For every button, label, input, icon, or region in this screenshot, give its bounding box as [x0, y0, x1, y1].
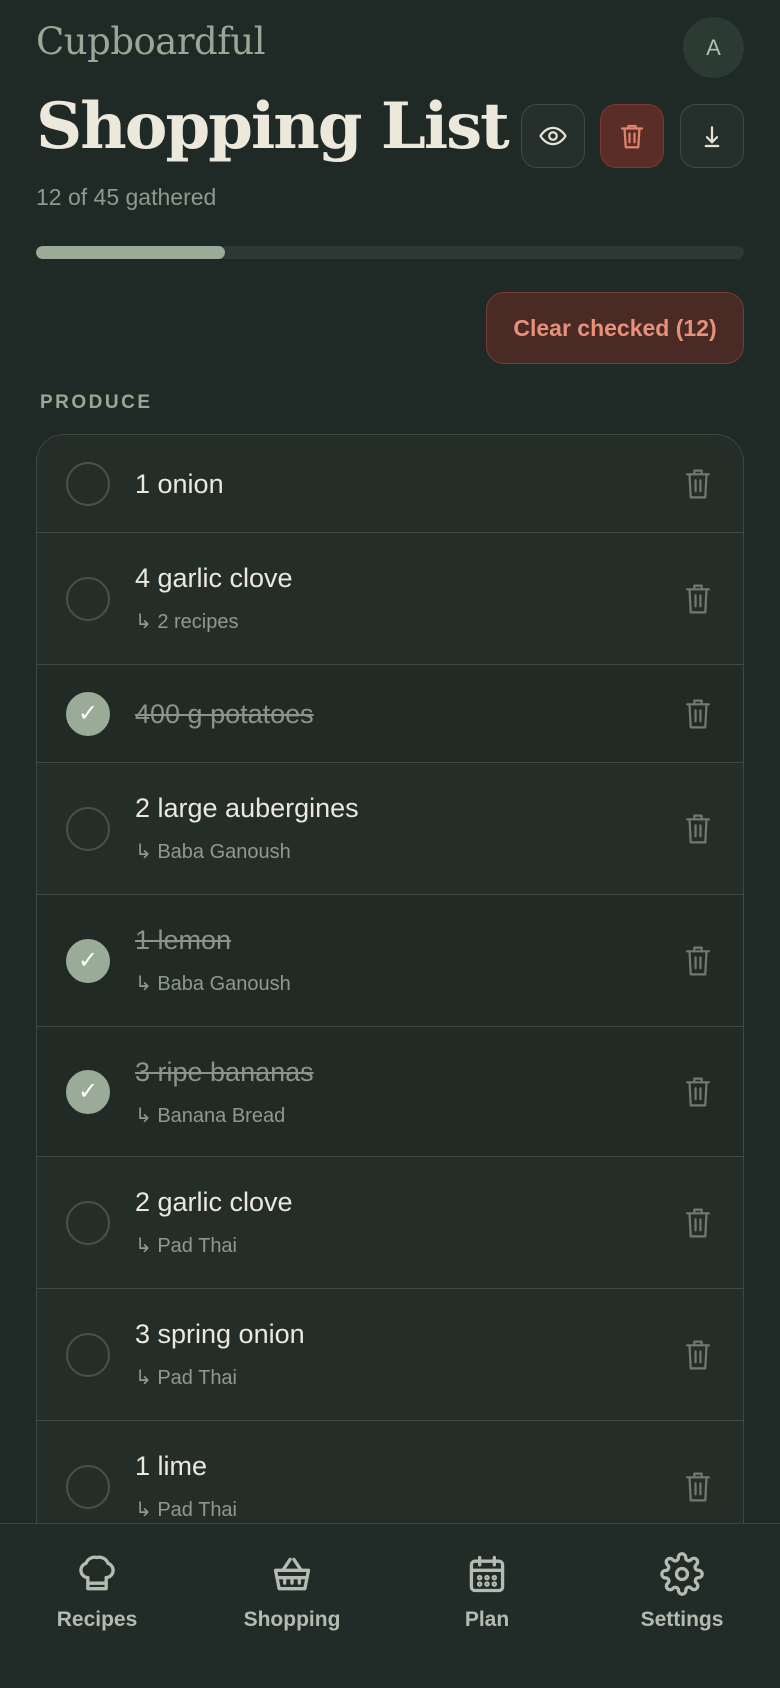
item-source: ↳ 2 recipes [135, 611, 239, 633]
list-item[interactable]: 2 garlic clove ↳ Pad Thai [37, 1157, 743, 1289]
item-name: 2 garlic clove [135, 1187, 293, 1217]
page-title: Shopping List [36, 89, 510, 164]
item-name: 1 lemon [135, 925, 232, 955]
calendar-icon [469, 1555, 505, 1593]
eye-icon [539, 126, 567, 146]
item-name: 4 garlic clove [135, 563, 293, 593]
item-source: ↳ Pad Thai [135, 1235, 238, 1257]
download-icon [704, 126, 720, 148]
shopping-list: 1 onion 4 garlic clove ↳ 2 recipes ✓ 400… [36, 434, 744, 1553]
item-source: ↳ Pad Thai [135, 1499, 238, 1521]
basket-icon [273, 1557, 311, 1591]
item-checkbox[interactable]: ✓ [66, 938, 110, 983]
list-item[interactable]: ✓ 3 ripe bananas ↳ Banana Bread [37, 1027, 743, 1157]
item-name: 2 large aubergines [135, 793, 359, 823]
nav-plan[interactable]: Plan [412, 1552, 562, 1632]
checkmark-icon: ✓ [77, 947, 99, 974]
item-source: ↳ Baba Ganoush [135, 973, 291, 995]
item-source: ↳ Pad Thai [135, 1367, 238, 1389]
avatar[interactable]: A [683, 17, 744, 78]
chef-hat-icon [79, 1555, 115, 1591]
nav-recipes[interactable]: Recipes [22, 1552, 172, 1632]
item-name: 1 onion [135, 469, 224, 499]
trash-icon[interactable] [683, 1338, 713, 1372]
trash-icon[interactable] [683, 812, 713, 846]
gear-icon [660, 1552, 704, 1596]
item-source: ↳ Baba Ganoush [135, 841, 291, 863]
item-name: 3 ripe bananas [135, 1057, 314, 1087]
list-item[interactable]: ✓ 400 g potatoes [37, 665, 743, 763]
item-checkbox[interactable] [66, 1464, 110, 1509]
nav-shopping[interactable]: Shopping [217, 1552, 367, 1632]
nav-label: Recipes [56, 1608, 138, 1631]
trash-icon[interactable] [683, 1206, 713, 1240]
delete-list-button[interactable] [600, 104, 664, 168]
bottom-nav: Recipes Shopping Plan Settings [0, 1523, 780, 1688]
clear-checked-button[interactable]: Clear checked (12) [486, 292, 744, 364]
nav-label: Settings [640, 1608, 724, 1631]
trash-icon [620, 124, 644, 149]
section-label: PRODUCE [40, 392, 153, 413]
list-item[interactable]: 3 spring onion ↳ Pad Thai [37, 1289, 743, 1421]
item-checkbox[interactable] [66, 576, 110, 621]
list-item[interactable]: 1 onion [37, 435, 743, 533]
trash-icon[interactable] [683, 1075, 713, 1109]
trash-icon[interactable] [683, 697, 713, 731]
list-item[interactable]: 4 garlic clove ↳ 2 recipes [37, 533, 743, 665]
item-checkbox[interactable] [66, 806, 110, 851]
item-checkbox[interactable]: ✓ [66, 1069, 110, 1114]
item-source: ↳ Banana Bread [135, 1105, 286, 1127]
item-name: 400 g potatoes [135, 699, 314, 729]
trash-icon[interactable] [683, 467, 713, 501]
toggle-visibility-button[interactable] [521, 104, 585, 168]
item-checkbox[interactable] [66, 1200, 110, 1245]
download-button[interactable] [680, 104, 744, 168]
list-item[interactable]: 2 large aubergines ↳ Baba Ganoush [37, 763, 743, 895]
progress-text: 12 of 45 gathered [36, 184, 217, 210]
item-checkbox[interactable] [66, 1332, 110, 1377]
item-name: 3 spring onion [135, 1319, 305, 1349]
progress-bar-fill [36, 246, 225, 259]
item-checkbox[interactable] [66, 461, 110, 506]
item-name: 1 lime [135, 1451, 208, 1481]
checkmark-icon: ✓ [77, 1078, 99, 1105]
nav-settings[interactable]: Settings [607, 1552, 757, 1632]
nav-label: Plan [464, 1608, 510, 1631]
brand-logo[interactable]: Cupboardful [36, 20, 266, 63]
nav-label: Shopping [243, 1608, 341, 1631]
trash-icon[interactable] [683, 582, 713, 616]
app: Cupboardful A Shopping List 12 of 45 gat… [0, 0, 780, 1688]
checkmark-icon: ✓ [77, 700, 99, 727]
trash-icon[interactable] [683, 944, 713, 978]
list-item[interactable]: ✓ 1 lemon ↳ Baba Ganoush [37, 895, 743, 1027]
item-checkbox[interactable]: ✓ [66, 691, 110, 736]
progress-bar [36, 246, 744, 259]
trash-icon[interactable] [683, 1470, 713, 1504]
